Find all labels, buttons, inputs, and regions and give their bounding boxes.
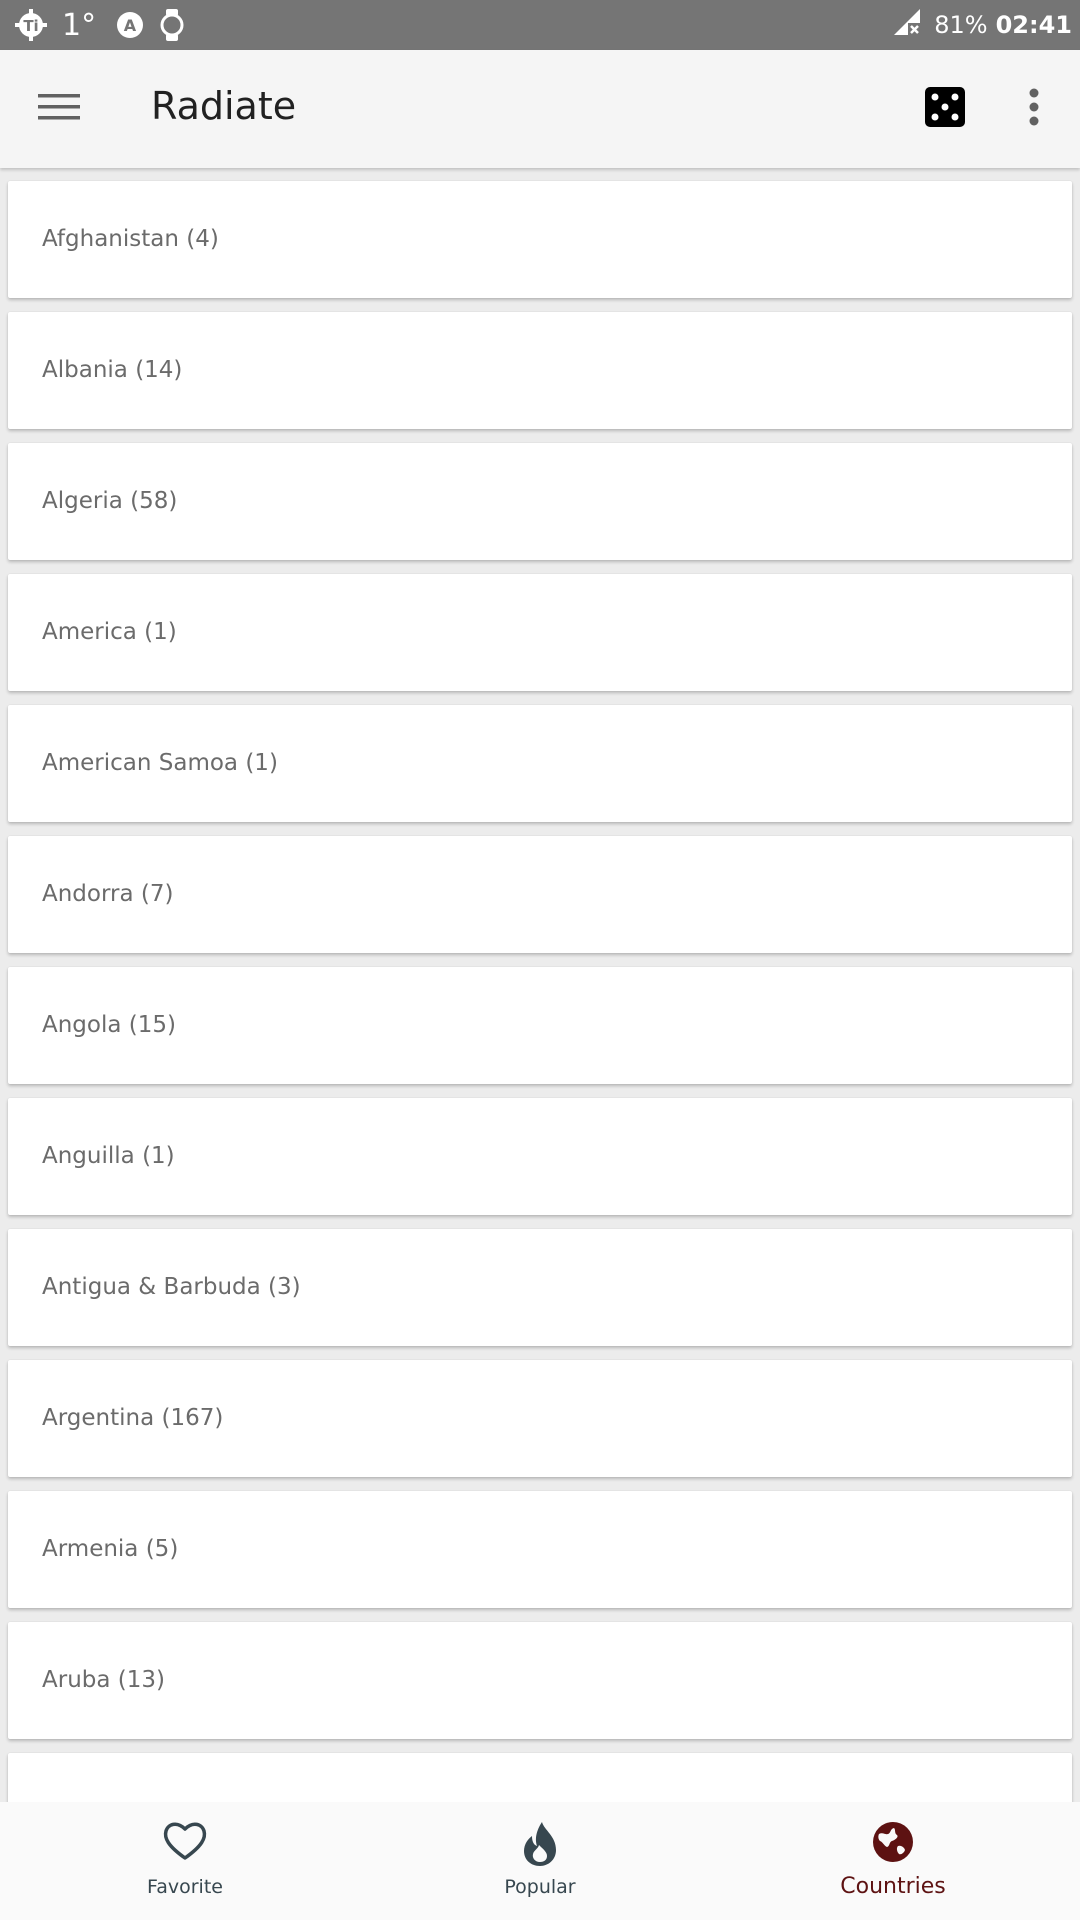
nav-popular[interactable]: Popular (360, 1802, 720, 1920)
battery-level: 81% (934, 11, 988, 39)
nav-label: Countries (840, 1874, 946, 1899)
list-item[interactable]: Albania (14) (8, 312, 1072, 429)
auto-brightness-icon: A (114, 9, 146, 41)
country-label: Aruba (13) (42, 1667, 165, 1693)
status-bar: Ti 1° A 81% 02:41 (0, 0, 1080, 50)
nav-favorite[interactable]: Favorite (5, 1802, 365, 1920)
signal-no-connection-icon (892, 7, 922, 43)
heart-icon (162, 1820, 208, 1867)
list-item[interactable]: Angola (15) (8, 967, 1072, 1084)
country-label: Albania (14) (42, 357, 183, 383)
country-label: Angola (15) (42, 1012, 176, 1038)
list-item[interactable]: Antigua & Barbuda (3) (8, 1229, 1072, 1346)
list-item[interactable]: Andorra (7) (8, 836, 1072, 953)
status-right: 81% 02:41 (892, 0, 1072, 50)
watch-icon (160, 8, 184, 42)
random-button[interactable] (918, 82, 972, 136)
country-label: American Samoa (1) (42, 750, 278, 776)
status-temperature: 1° (62, 7, 97, 43)
list-item[interactable]: Aruba (13) (8, 1622, 1072, 1739)
svg-text:Ti: Ti (23, 17, 38, 35)
list-item[interactable]: Algeria (58) (8, 443, 1072, 560)
nav-label: Favorite (147, 1876, 223, 1898)
app-notification-icon: Ti (14, 8, 48, 42)
list-item[interactable] (8, 1753, 1072, 1802)
country-label: Anguilla (1) (42, 1143, 175, 1169)
dice-icon (925, 86, 965, 132)
list-item[interactable]: Afghanistan (4) (8, 181, 1072, 298)
list-item[interactable]: Anguilla (1) (8, 1098, 1072, 1215)
country-label: Algeria (58) (42, 488, 178, 514)
menu-button[interactable] (30, 80, 88, 138)
nav-countries[interactable]: Countries (713, 1802, 1073, 1920)
flame-icon (520, 1820, 560, 1873)
status-time: 02:41 (995, 11, 1072, 39)
country-label: Antigua & Barbuda (3) (42, 1274, 301, 1300)
more-vert-icon (1028, 88, 1040, 131)
country-label: Andorra (7) (42, 881, 174, 907)
country-label: Armenia (5) (42, 1536, 179, 1562)
nav-label: Popular (504, 1876, 576, 1898)
country-label: Afghanistan (4) (42, 226, 219, 252)
app-bar: Radiate (0, 50, 1080, 168)
app-title: Radiate (151, 84, 297, 128)
list-item[interactable]: American Samoa (1) (8, 705, 1072, 822)
globe-icon (871, 1820, 915, 1869)
bottom-navigation: Favorite Popular Countries (0, 1802, 1080, 1920)
svg-text:A: A (124, 16, 137, 35)
list-item[interactable]: Armenia (5) (8, 1491, 1072, 1608)
country-label: America (1) (42, 619, 177, 645)
country-list[interactable]: Afghanistan (4) Albania (14) Algeria (58… (0, 168, 1080, 1802)
country-label: Argentina (167) (42, 1405, 224, 1431)
list-item[interactable]: America (1) (8, 574, 1072, 691)
menu-icon (38, 92, 80, 127)
status-left: Ti 1° A (14, 0, 198, 50)
more-options-button[interactable] (1012, 82, 1056, 136)
list-item[interactable]: Argentina (167) (8, 1360, 1072, 1477)
